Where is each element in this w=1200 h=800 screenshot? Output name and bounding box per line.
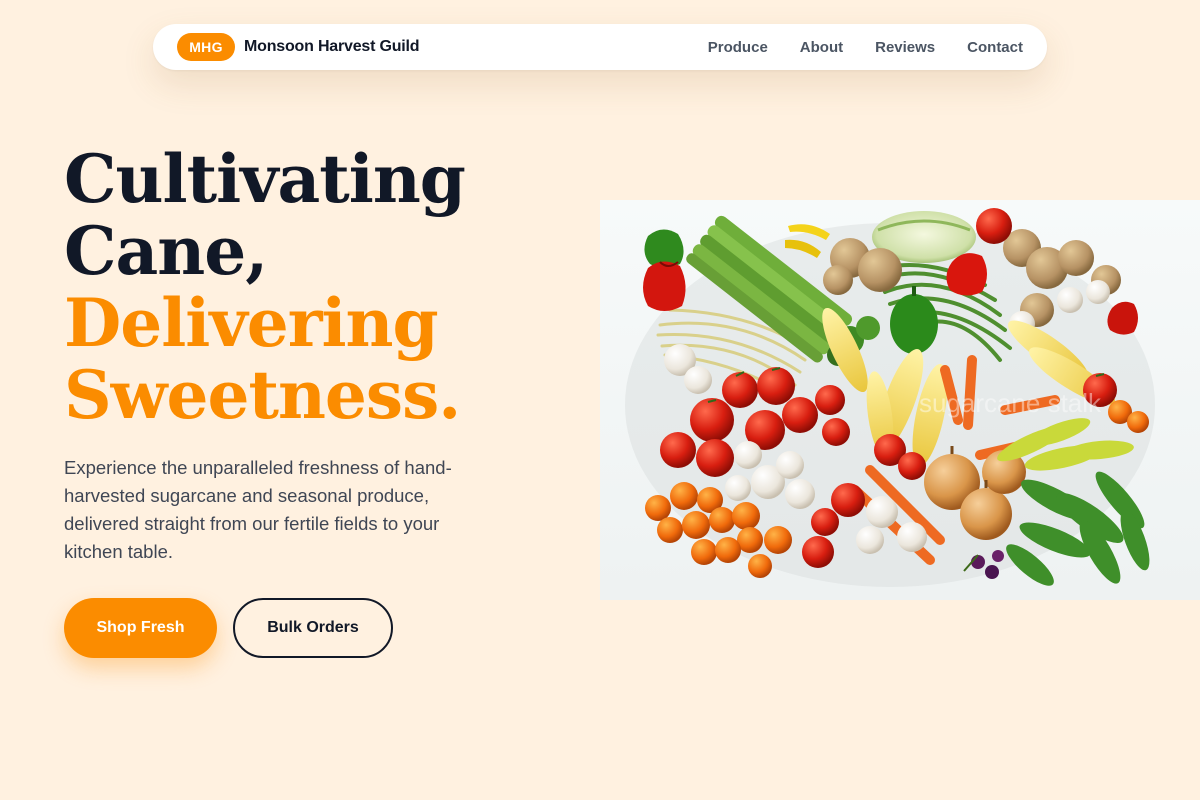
brand-name[interactable]: Monsoon Harvest Guild bbox=[244, 38, 420, 56]
nav-link-produce[interactable]: Produce bbox=[708, 39, 768, 56]
produce-hero-image: sugarcane stalk bbox=[600, 200, 1200, 600]
hero-title-line-1: Cultivating bbox=[64, 140, 466, 218]
nav-link-contact[interactable]: Contact bbox=[967, 39, 1023, 56]
nav-link-reviews[interactable]: Reviews bbox=[875, 39, 935, 56]
hero-title-accent-line-2: Sweetness. bbox=[64, 356, 461, 434]
hero-title-accent-line-1: Delivering bbox=[64, 284, 439, 362]
hero-title: Cultivating Cane, Delivering Sweetness. bbox=[64, 140, 466, 434]
shop-fresh-button[interactable]: Shop Fresh bbox=[64, 598, 217, 658]
top-navigation: MHG Monsoon Harvest Guild Produce About … bbox=[153, 24, 1047, 70]
hero-title-line-2: Cane, bbox=[64, 212, 268, 290]
logo-badge[interactable]: MHG bbox=[177, 33, 235, 61]
hero-description: Experience the unparalleled freshness of… bbox=[64, 457, 452, 562]
bulk-orders-button[interactable]: Bulk Orders bbox=[233, 598, 393, 658]
image-watermark: sugarcane stalk bbox=[919, 388, 1102, 418]
nav-link-about[interactable]: About bbox=[800, 39, 843, 56]
nav-links: Produce About Reviews Contact bbox=[708, 39, 1023, 56]
